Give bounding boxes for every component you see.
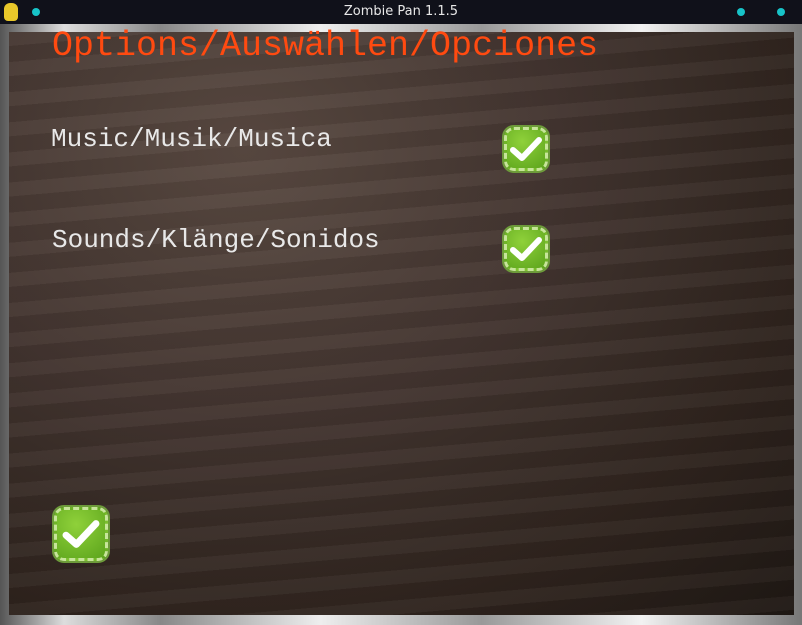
window-title: Zombie Pan 1.1.5 [343,4,459,19]
music-label: Music/Musik/Musica [51,124,332,154]
close-icon[interactable] [777,8,785,16]
music-checkbox[interactable] [502,125,550,173]
checkmark-icon [510,237,542,261]
game-panel: Options/Auswählen/Opciones Music/Musik/M… [9,26,794,615]
window-dot-icon[interactable] [32,8,40,16]
checkmark-icon [510,137,542,161]
app-icon [4,3,18,21]
sounds-checkbox[interactable] [502,225,550,273]
confirm-button[interactable] [52,505,110,563]
page-title: Options/Auswählen/Opciones [52,26,599,66]
checkmark-icon [62,520,100,548]
title-bar: Zombie Pan 1.1.5 [0,0,802,24]
sounds-label: Sounds/Klänge/Sonidos [52,225,380,255]
minimize-icon[interactable] [737,8,745,16]
